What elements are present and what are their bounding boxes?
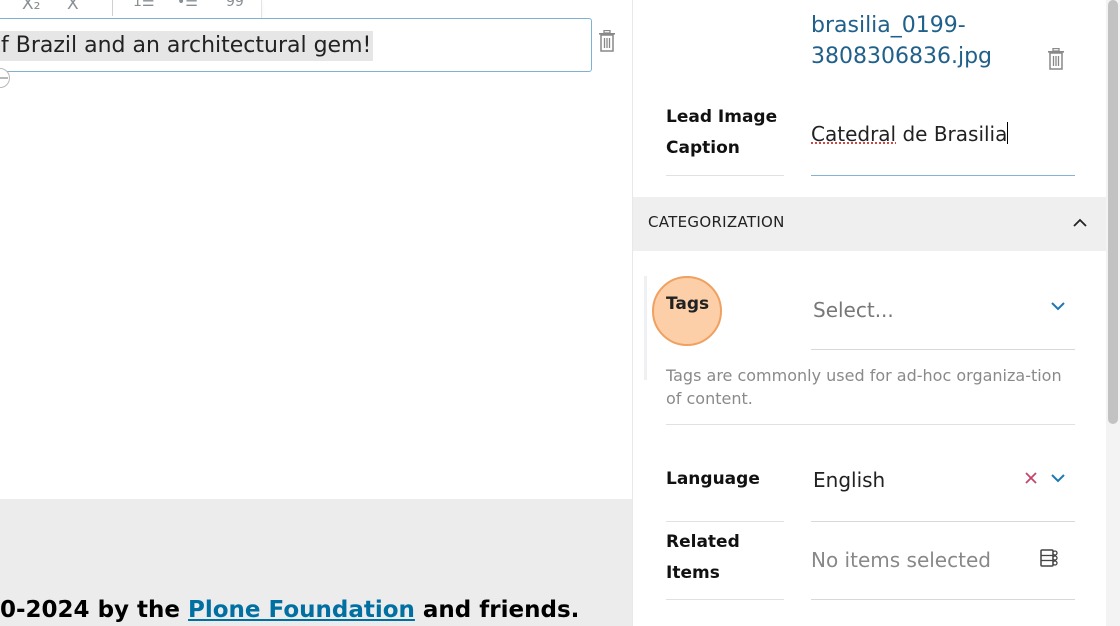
- categorization-title: CATEGORIZATION: [648, 213, 785, 231]
- language-value: English: [813, 468, 886, 492]
- plone-foundation-link[interactable]: Plone Foundation: [188, 597, 415, 623]
- tags-placeholder: Select...: [813, 298, 894, 322]
- text-caret: [1007, 122, 1009, 144]
- filename-line-2: 3808306836.jpg: [811, 44, 993, 69]
- caption-value: Catedral de Brasilia: [811, 122, 1009, 146]
- tags-help-text: Tags are commonly used for ad-hoc organi…: [666, 366, 1062, 408]
- tags-label: Tags: [666, 294, 710, 314]
- blockquote-button[interactable]: 99: [226, 0, 244, 10]
- categorization-header[interactable]: CATEGORIZATION: [633, 197, 1107, 251]
- ordered-list-button[interactable]: 1☰: [133, 0, 154, 10]
- related-items-label: Related Items: [666, 527, 740, 589]
- footer-suffix: and friends.: [414, 597, 580, 623]
- divider: [666, 521, 784, 522]
- filename-line-1: brasilia_0199-: [811, 13, 966, 38]
- superscript-button[interactable]: X: [67, 0, 79, 14]
- chevron-down-icon[interactable]: [1049, 297, 1067, 315]
- caption-label-line-2: Caption: [666, 138, 740, 158]
- field-focus-bar: [644, 276, 647, 380]
- chevron-down-icon[interactable]: [1049, 469, 1067, 487]
- editor-area: X₂ X 1☰ •☰ 99 f Brazil and an architectu…: [0, 0, 632, 626]
- lead-image-filename[interactable]: brasilia_0199- 3808306836.jpg: [811, 10, 992, 72]
- bullet-list-button[interactable]: •☰: [177, 0, 198, 10]
- clear-icon[interactable]: [1023, 470, 1039, 486]
- caption-label-line-1: Lead Image: [666, 107, 778, 127]
- related-items-placeholder: No items selected: [811, 548, 991, 572]
- related-items-field[interactable]: No items selected: [811, 544, 1075, 600]
- subscript-button[interactable]: X₂: [22, 0, 40, 14]
- caption-rest: de Brasilia: [896, 122, 1008, 146]
- related-label-line-1: Related: [666, 532, 740, 552]
- language-label: Language: [666, 469, 760, 489]
- text-toolbar: X₂ X 1☰ •☰ 99: [0, 0, 262, 20]
- remove-image-icon[interactable]: [1047, 48, 1065, 70]
- toolbar-separator: [112, 0, 113, 16]
- caption-misspelled-word: Catedral: [811, 122, 897, 146]
- divider: [666, 424, 1075, 425]
- related-label-line-2: Items: [666, 563, 720, 583]
- text-block[interactable]: f Brazil and an architectural gem!: [0, 18, 592, 72]
- delete-block-icon[interactable]: [598, 30, 616, 52]
- footer-prefix: 0-2024 by the: [0, 597, 189, 623]
- chevron-up-icon[interactable]: [1070, 213, 1090, 233]
- scrollbar-thumb[interactable]: [1108, 0, 1118, 424]
- footer-copyright: 0-2024 by the Plone Foundation and frien…: [0, 597, 579, 623]
- lead-image-caption-label: Lead Image Caption: [666, 102, 777, 164]
- sidebar-panel: brasilia_0199- 3808306836.jpg Lead Image…: [632, 0, 1107, 626]
- site-footer: 0-2024 by the Plone Foundation and frien…: [0, 499, 632, 626]
- tags-select[interactable]: Select...: [811, 294, 1075, 350]
- lead-image-caption-input[interactable]: Catedral de Brasilia: [811, 120, 1075, 176]
- browse-icon[interactable]: [1039, 548, 1059, 568]
- divider: [666, 599, 784, 600]
- selected-text[interactable]: f Brazil and an architectural gem!: [0, 31, 374, 61]
- divider: [666, 175, 784, 176]
- language-select[interactable]: English: [811, 466, 1075, 522]
